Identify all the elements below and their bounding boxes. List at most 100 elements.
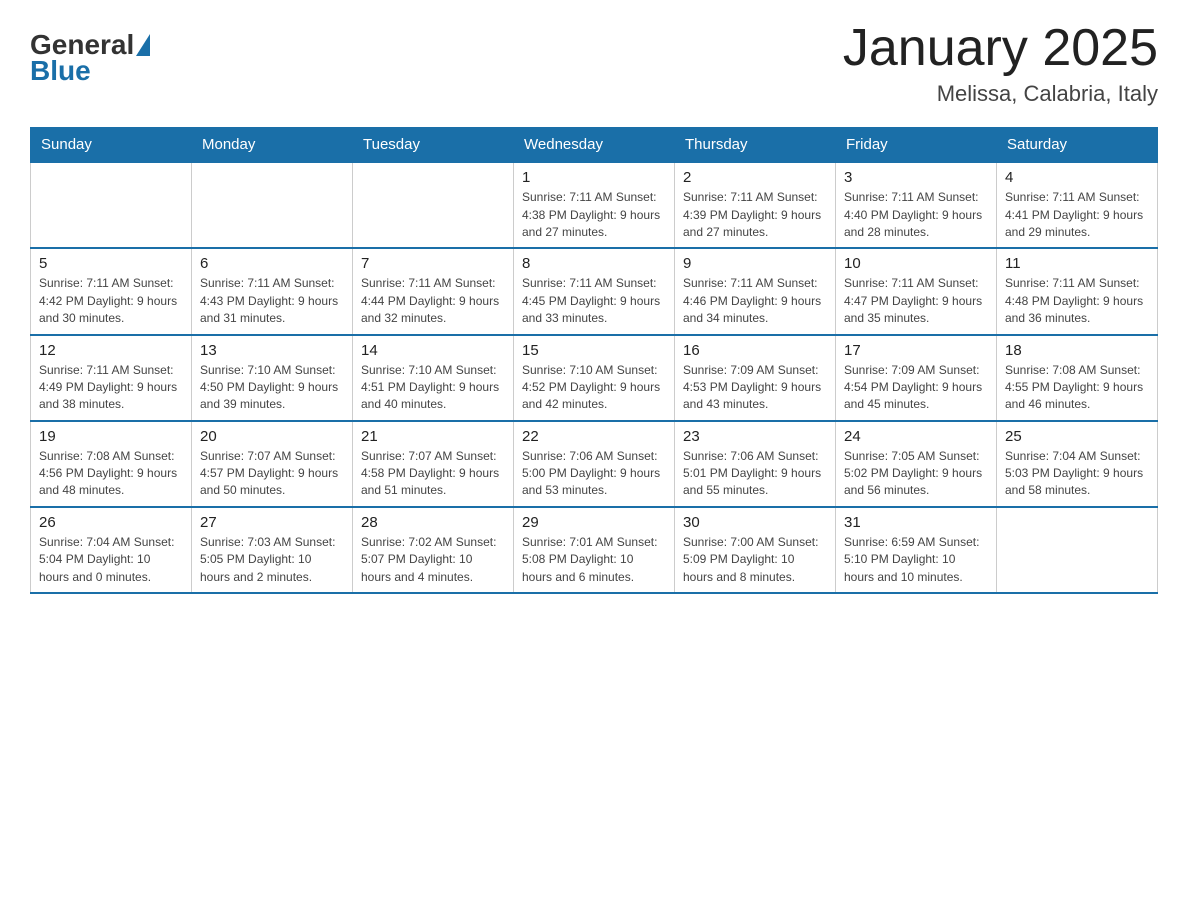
table-row: 10 Sunrise: 7:11 AM Sunset: 4:47 PM Dayli…	[836, 248, 997, 334]
day-info: Sunrise: 7:03 AM Sunset: 5:05 PM Dayligh…	[200, 534, 344, 586]
day-info: Sunrise: 7:04 AM Sunset: 5:03 PM Dayligh…	[1005, 448, 1149, 500]
table-row: 17 Sunrise: 7:09 AM Sunset: 4:54 PM Dayli…	[836, 335, 997, 421]
table-row: 4 Sunrise: 7:11 AM Sunset: 4:41 PM Daylig…	[997, 162, 1158, 248]
day-info: Sunrise: 7:11 AM Sunset: 4:44 PM Dayligh…	[361, 275, 505, 327]
day-number: 19	[39, 428, 183, 445]
day-number: 11	[1005, 255, 1149, 272]
day-info: Sunrise: 6:59 AM Sunset: 5:10 PM Dayligh…	[844, 534, 988, 586]
table-row: 26 Sunrise: 7:04 AM Sunset: 5:04 PM Dayli…	[31, 507, 192, 593]
day-number: 13	[200, 342, 344, 359]
table-row: 29Sunrise: 7:01 AM Sunset: 5:08 PM Dayli…	[514, 507, 675, 593]
day-info: Sunrise: 7:11 AM Sunset: 4:38 PM Dayligh…	[522, 189, 666, 241]
col-friday: Friday	[836, 128, 997, 163]
day-info: Sunrise: 7:07 AM Sunset: 4:58 PM Dayligh…	[361, 448, 505, 500]
day-info: Sunrise: 7:09 AM Sunset: 4:54 PM Dayligh…	[844, 362, 988, 414]
table-row: 13 Sunrise: 7:10 AM Sunset: 4:50 PM Dayli…	[192, 335, 353, 421]
col-thursday: Thursday	[675, 128, 836, 163]
table-row: 24 Sunrise: 7:05 AM Sunset: 5:02 PM Dayli…	[836, 421, 997, 507]
day-number: 25	[1005, 428, 1149, 445]
table-row: 6 Sunrise: 7:11 AM Sunset: 4:43 PM Daylig…	[192, 248, 353, 334]
table-row: 31 Sunrise: 6:59 AM Sunset: 5:10 PM Dayli…	[836, 507, 997, 593]
day-info: Sunrise: 7:09 AM Sunset: 4:53 PM Dayligh…	[683, 362, 827, 414]
table-row: 23 Sunrise: 7:06 AM Sunset: 5:01 PM Dayli…	[675, 421, 836, 507]
day-info: Sunrise: 7:06 AM Sunset: 5:00 PM Dayligh…	[522, 448, 666, 500]
table-row: 1 Sunrise: 7:11 AM Sunset: 4:38 PM Daylig…	[514, 162, 675, 248]
day-number: 1	[522, 169, 666, 186]
day-number: 8	[522, 255, 666, 272]
col-tuesday: Tuesday	[353, 128, 514, 163]
day-info: Sunrise: 7:10 AM Sunset: 4:52 PM Dayligh…	[522, 362, 666, 414]
table-row	[192, 162, 353, 248]
day-number: 10	[844, 255, 988, 272]
day-number: 28	[361, 514, 505, 531]
day-info: Sunrise: 7:04 AM Sunset: 5:04 PM Dayligh…	[39, 534, 183, 586]
calendar-week-row: 19 Sunrise: 7:08 AM Sunset: 4:56 PM Dayli…	[31, 421, 1158, 507]
day-info: Sunrise: 7:08 AM Sunset: 4:56 PM Dayligh…	[39, 448, 183, 500]
day-info: Sunrise: 7:11 AM Sunset: 4:47 PM Dayligh…	[844, 275, 988, 327]
day-number: 7	[361, 255, 505, 272]
table-row	[997, 507, 1158, 593]
day-info: Sunrise: 7:10 AM Sunset: 4:50 PM Dayligh…	[200, 362, 344, 414]
day-info: Sunrise: 7:08 AM Sunset: 4:55 PM Dayligh…	[1005, 362, 1149, 414]
day-number: 9	[683, 255, 827, 272]
table-row: 25 Sunrise: 7:04 AM Sunset: 5:03 PM Dayli…	[997, 421, 1158, 507]
calendar-week-row: 5Sunrise: 7:11 AM Sunset: 4:42 PM Daylig…	[31, 248, 1158, 334]
day-info: Sunrise: 7:02 AM Sunset: 5:07 PM Dayligh…	[361, 534, 505, 586]
table-row: 8 Sunrise: 7:11 AM Sunset: 4:45 PM Daylig…	[514, 248, 675, 334]
calendar-table: Sunday Monday Tuesday Wednesday Thursday…	[30, 127, 1158, 594]
table-row: 3 Sunrise: 7:11 AM Sunset: 4:40 PM Daylig…	[836, 162, 997, 248]
day-number: 2	[683, 169, 827, 186]
day-number: 14	[361, 342, 505, 359]
table-row: 22Sunrise: 7:06 AM Sunset: 5:00 PM Dayli…	[514, 421, 675, 507]
day-number: 16	[683, 342, 827, 359]
day-info: Sunrise: 7:11 AM Sunset: 4:39 PM Dayligh…	[683, 189, 827, 241]
day-info: Sunrise: 7:10 AM Sunset: 4:51 PM Dayligh…	[361, 362, 505, 414]
table-row: 15Sunrise: 7:10 AM Sunset: 4:52 PM Dayli…	[514, 335, 675, 421]
day-number: 18	[1005, 342, 1149, 359]
day-number: 26	[39, 514, 183, 531]
page-header: General Blue January 2025 Melissa, Calab…	[30, 20, 1158, 107]
day-info: Sunrise: 7:00 AM Sunset: 5:09 PM Dayligh…	[683, 534, 827, 586]
title-block: January 2025 Melissa, Calabria, Italy	[843, 20, 1158, 107]
col-wednesday: Wednesday	[514, 128, 675, 163]
col-monday: Monday	[192, 128, 353, 163]
day-number: 17	[844, 342, 988, 359]
col-saturday: Saturday	[997, 128, 1158, 163]
day-number: 4	[1005, 169, 1149, 186]
logo-triangle-icon	[136, 34, 150, 56]
day-info: Sunrise: 7:11 AM Sunset: 4:48 PM Dayligh…	[1005, 275, 1149, 327]
table-row: 28 Sunrise: 7:02 AM Sunset: 5:07 PM Dayli…	[353, 507, 514, 593]
table-row: 5Sunrise: 7:11 AM Sunset: 4:42 PM Daylig…	[31, 248, 192, 334]
day-info: Sunrise: 7:01 AM Sunset: 5:08 PM Dayligh…	[522, 534, 666, 586]
day-number: 6	[200, 255, 344, 272]
day-number: 24	[844, 428, 988, 445]
table-row: 27 Sunrise: 7:03 AM Sunset: 5:05 PM Dayli…	[192, 507, 353, 593]
day-info: Sunrise: 7:11 AM Sunset: 4:41 PM Dayligh…	[1005, 189, 1149, 241]
day-info: Sunrise: 7:07 AM Sunset: 4:57 PM Dayligh…	[200, 448, 344, 500]
table-row: 30Sunrise: 7:00 AM Sunset: 5:09 PM Dayli…	[675, 507, 836, 593]
day-info: Sunrise: 7:11 AM Sunset: 4:49 PM Dayligh…	[39, 362, 183, 414]
day-info: Sunrise: 7:11 AM Sunset: 4:42 PM Dayligh…	[39, 275, 183, 327]
table-row: 14 Sunrise: 7:10 AM Sunset: 4:51 PM Dayli…	[353, 335, 514, 421]
day-number: 23	[683, 428, 827, 445]
day-number: 31	[844, 514, 988, 531]
day-info: Sunrise: 7:11 AM Sunset: 4:40 PM Dayligh…	[844, 189, 988, 241]
calendar-header-row: Sunday Monday Tuesday Wednesday Thursday…	[31, 128, 1158, 163]
day-info: Sunrise: 7:11 AM Sunset: 4:46 PM Dayligh…	[683, 275, 827, 327]
table-row	[31, 162, 192, 248]
table-row: 9 Sunrise: 7:11 AM Sunset: 4:46 PM Daylig…	[675, 248, 836, 334]
day-info: Sunrise: 7:05 AM Sunset: 5:02 PM Dayligh…	[844, 448, 988, 500]
table-row: 19 Sunrise: 7:08 AM Sunset: 4:56 PM Dayli…	[31, 421, 192, 507]
day-number: 27	[200, 514, 344, 531]
logo: General Blue	[30, 30, 150, 87]
day-info: Sunrise: 7:11 AM Sunset: 4:45 PM Dayligh…	[522, 275, 666, 327]
day-info: Sunrise: 7:11 AM Sunset: 4:43 PM Dayligh…	[200, 275, 344, 327]
table-row: 16 Sunrise: 7:09 AM Sunset: 4:53 PM Dayli…	[675, 335, 836, 421]
table-row: 12Sunrise: 7:11 AM Sunset: 4:49 PM Dayli…	[31, 335, 192, 421]
table-row: 20Sunrise: 7:07 AM Sunset: 4:57 PM Dayli…	[192, 421, 353, 507]
table-row: 18 Sunrise: 7:08 AM Sunset: 4:55 PM Dayli…	[997, 335, 1158, 421]
day-number: 3	[844, 169, 988, 186]
calendar-title: January 2025	[843, 20, 1158, 77]
calendar-week-row: 1 Sunrise: 7:11 AM Sunset: 4:38 PM Daylig…	[31, 162, 1158, 248]
day-info: Sunrise: 7:06 AM Sunset: 5:01 PM Dayligh…	[683, 448, 827, 500]
